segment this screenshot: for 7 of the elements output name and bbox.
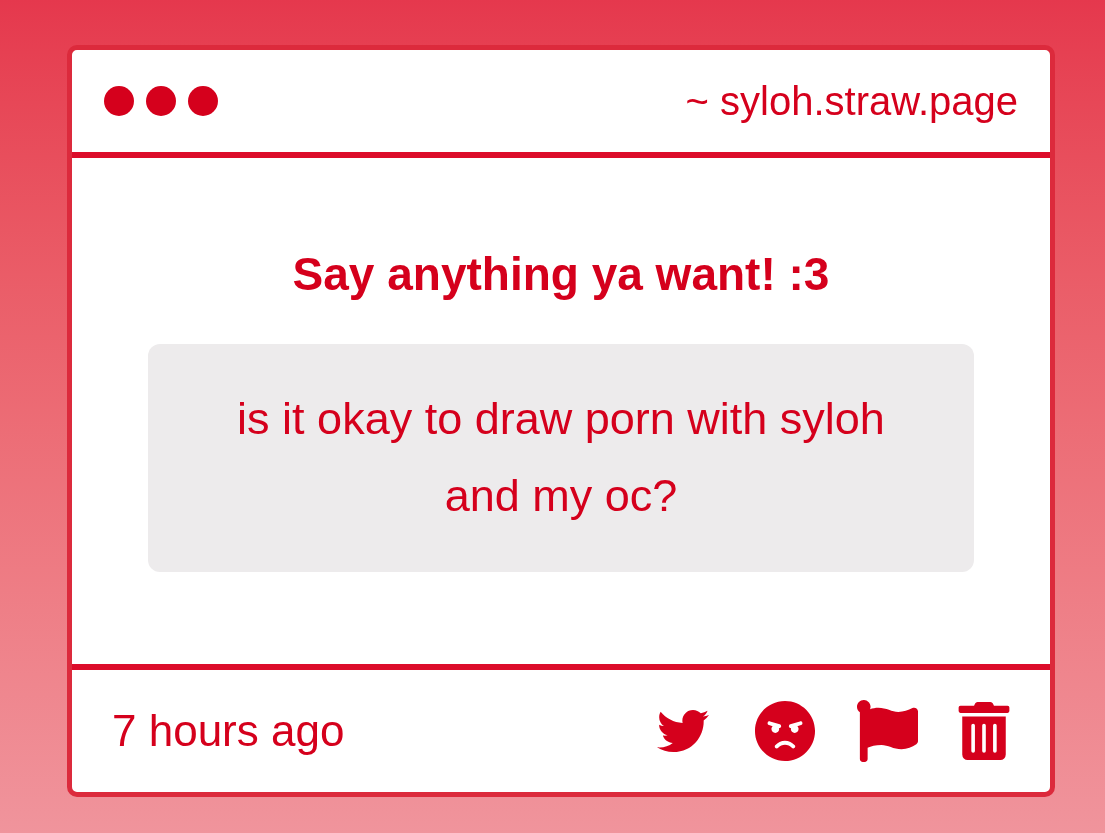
prompt-title: Say anything ya want! :3 xyxy=(292,247,830,302)
flag-icon[interactable] xyxy=(856,700,918,762)
time-ago: 7 hours ago xyxy=(112,705,345,757)
angry-face-icon[interactable] xyxy=(754,700,816,762)
page-address: ~ syloh.straw.page xyxy=(685,78,1018,125)
message-box: is it okay to draw porn with syloh and my oc? xyxy=(148,343,974,572)
trash-icon[interactable] xyxy=(958,702,1010,760)
